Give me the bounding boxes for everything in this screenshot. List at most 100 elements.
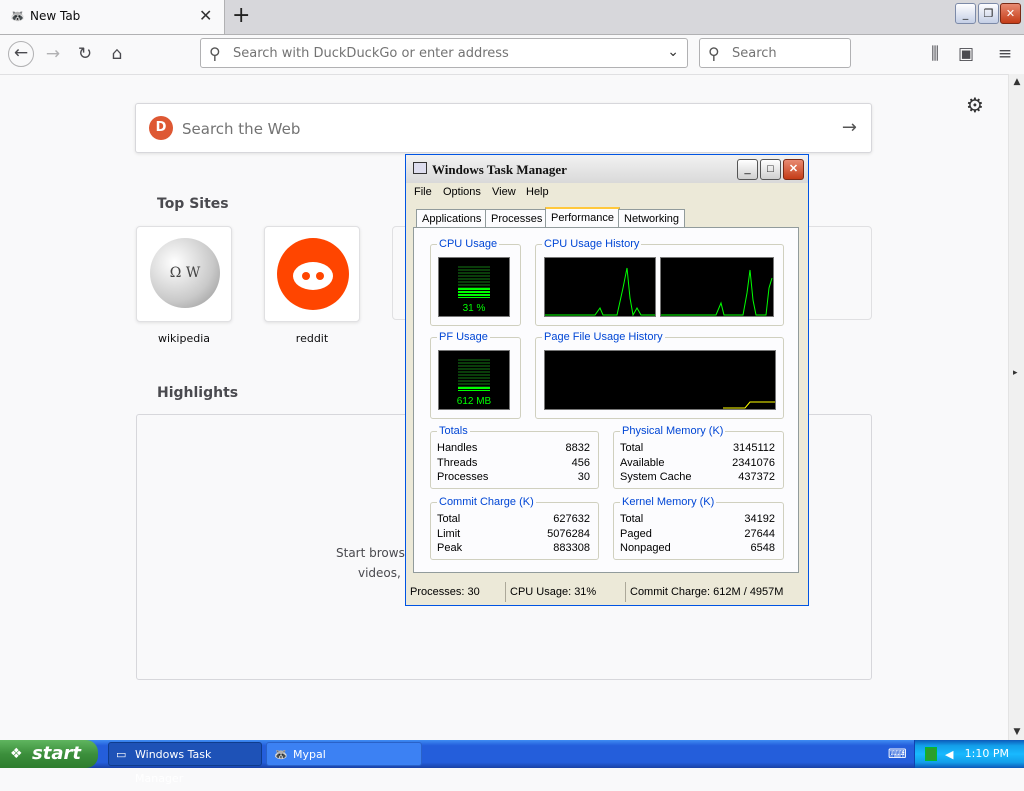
sidebar-icon[interactable]: ▣ <box>955 43 977 65</box>
top-sites-title: Top Sites <box>157 196 229 212</box>
window-title: Windows Task Manager <box>432 162 567 177</box>
stat-processes: Processes 30 <box>437 471 590 483</box>
navigation-toolbar: ← → ↻ ⌂ ⚲ Search with DuckDuckGo or ente… <box>0 35 1024 75</box>
cpu-usage-group: CPU Usage 31 % <box>430 237 521 326</box>
pf-usage-meter: 612 MB <box>438 350 510 410</box>
pf-usage-group: PF Usage 612 MB <box>430 330 521 419</box>
keyboard-icon[interactable]: ⌨ <box>888 747 907 762</box>
totals-group: Totals Handles 8832 Threads 456 Processes 3… <box>430 424 599 489</box>
restore-button[interactable]: ❐ <box>978 3 999 24</box>
start-button[interactable]: ❖ start <box>0 740 98 768</box>
maximize-button[interactable]: □ <box>760 159 781 180</box>
reload-icon[interactable]: ↻ <box>74 43 96 65</box>
top-site-wikipedia[interactable]: Ω W wikipedia <box>136 226 232 345</box>
address-input[interactable]: Search with DuckDuckGo or enter address <box>233 46 509 61</box>
task-manager-icon: ▭ <box>116 748 127 761</box>
gear-icon[interactable]: ⚙ <box>966 93 984 117</box>
close-button[interactable]: ✕ <box>783 159 804 180</box>
stat-handles: Handles 8832 <box>437 442 590 454</box>
pf-usage-title: PF Usage <box>437 330 490 344</box>
stat-physical-available: Available 2341076 <box>620 457 775 469</box>
web-search-input[interactable]: Search the Web <box>182 120 300 138</box>
library-icon[interactable]: ⫼ <box>924 43 946 65</box>
top-site-label: reddit <box>295 332 329 345</box>
top-site-tile[interactable]: Ω W <box>136 226 232 322</box>
stat-system-cache: System Cache 437372 <box>620 471 775 483</box>
pf-history-line <box>723 401 775 409</box>
scroll-down-icon[interactable]: ▼ <box>1009 724 1024 740</box>
kernel-memory-group: Kernel Memory (K) Total 34192 Paged 27644 … <box>613 495 784 560</box>
cpu-usage-value: 31 % <box>462 303 486 314</box>
taskbar-button-label: Windows Task Manager <box>135 748 212 785</box>
pf-usage-fill <box>458 387 490 391</box>
tab-processes[interactable]: Processes <box>485 209 549 227</box>
commit-charge-group: Commit Charge (K) Total 627632 Limit 50762… <box>430 495 599 560</box>
top-site-reddit[interactable]: reddit <box>264 226 360 345</box>
task-manager-titlebar[interactable]: Windows Task Manager _ □ ✕ <box>406 155 808 183</box>
menu-icon[interactable]: ≡ <box>994 43 1016 65</box>
minimize-button[interactable]: _ <box>955 3 976 24</box>
tab-new-tab[interactable]: 🦝 New Tab ✕ <box>0 0 225 34</box>
scroll-up-icon[interactable]: ▲ <box>1009 74 1024 90</box>
minimize-button[interactable]: _ <box>737 159 758 180</box>
taskbar-button-mypal[interactable]: 🦝 Mypal <box>266 742 422 766</box>
cpu-usage-title: CPU Usage <box>437 237 500 251</box>
tab-close-icon[interactable]: ✕ <box>199 8 212 24</box>
tab-networking[interactable]: Networking <box>618 209 686 227</box>
physical-memory-group: Physical Memory (K) Total 3145112 Availab… <box>613 424 784 489</box>
highlights-message: Start browsi <box>336 546 409 560</box>
tab-performance[interactable]: Performance <box>545 207 620 228</box>
top-site-label: wikipedia <box>157 332 210 345</box>
pf-usage-value: 612 MB <box>456 396 492 407</box>
cpu-usage-fill <box>458 288 490 298</box>
task-manager-tray-icon[interactable] <box>925 747 937 761</box>
forward-icon[interactable]: → <box>42 43 64 65</box>
stat-physical-total: Total 3145112 <box>620 442 775 454</box>
menu-options[interactable]: Options <box>443 186 481 198</box>
tab-title: New Tab <box>30 9 81 23</box>
new-tab-button[interactable]: + <box>232 5 250 27</box>
speaker-icon[interactable]: ◀ <box>945 748 953 761</box>
scroll-thumb-grip[interactable]: ▸ <box>1013 368 1018 378</box>
stat-kernel-paged: Paged 27644 <box>620 528 775 540</box>
totals-title: Totals <box>437 424 470 438</box>
arrow-right-icon[interactable]: → <box>842 117 857 138</box>
taskbar-button-task-manager[interactable]: ▭ Windows Task Manager <box>108 742 262 785</box>
cpu-history-title: CPU Usage History <box>542 237 642 251</box>
taskbar: ❖ start ▭ Windows Task Manager 🦝 Mypal ◀… <box>0 740 1024 785</box>
top-site-tile[interactable] <box>264 226 360 322</box>
task-manager-icon <box>413 162 427 174</box>
search-input[interactable]: Search <box>732 46 777 61</box>
pf-history-group: Page File Usage History <box>535 330 784 419</box>
clock[interactable]: 1:10 PM <box>965 747 1009 760</box>
menu-bar: File Options View Help <box>406 183 808 203</box>
close-window-button[interactable]: ✕ <box>1000 3 1021 24</box>
web-search-box[interactable]: D Search the Web → <box>135 103 872 153</box>
menu-view[interactable]: View <box>492 186 516 198</box>
start-label: start <box>32 743 81 764</box>
performance-panel: CPU Usage 31 % CPU Usage History PF Usag… <box>413 227 799 573</box>
menu-help[interactable]: Help <box>526 186 549 198</box>
home-icon[interactable]: ⌂ <box>106 43 128 65</box>
address-bar[interactable]: ⚲ Search with DuckDuckGo or enter addres… <box>200 38 688 68</box>
wikipedia-logo-icon: Ω W <box>150 238 220 308</box>
cpu-usage-meter: 31 % <box>438 257 510 317</box>
task-manager-window: Windows Task Manager _ □ ✕ File Options … <box>405 154 809 606</box>
menu-file[interactable]: File <box>414 186 432 198</box>
chevron-down-icon[interactable]: ⌄ <box>667 44 679 60</box>
mypal-favicon-icon: 🦝 <box>10 9 25 23</box>
stat-kernel-total: Total 34192 <box>620 513 775 525</box>
back-icon[interactable]: ← <box>8 41 34 67</box>
search-bar[interactable]: ⚲ Search <box>699 38 851 68</box>
physical-memory-title: Physical Memory (K) <box>620 424 726 438</box>
vertical-scrollbar[interactable]: ▲ ▸ ▼ <box>1008 74 1024 740</box>
highlights-title: Highlights <box>157 385 239 401</box>
system-tray: ◀ 1:10 PM <box>914 740 1024 768</box>
status-commit: Commit Charge: 612M / 4957M <box>630 586 784 598</box>
commit-charge-title: Commit Charge (K) <box>437 495 536 509</box>
tab-applications[interactable]: Applications <box>416 209 488 227</box>
search-icon: ⚲ <box>708 44 720 63</box>
cpu-history-line-2 <box>661 269 773 316</box>
stat-commit-limit: Limit 5076284 <box>437 528 590 540</box>
windows-logo-icon: ❖ <box>10 746 23 762</box>
